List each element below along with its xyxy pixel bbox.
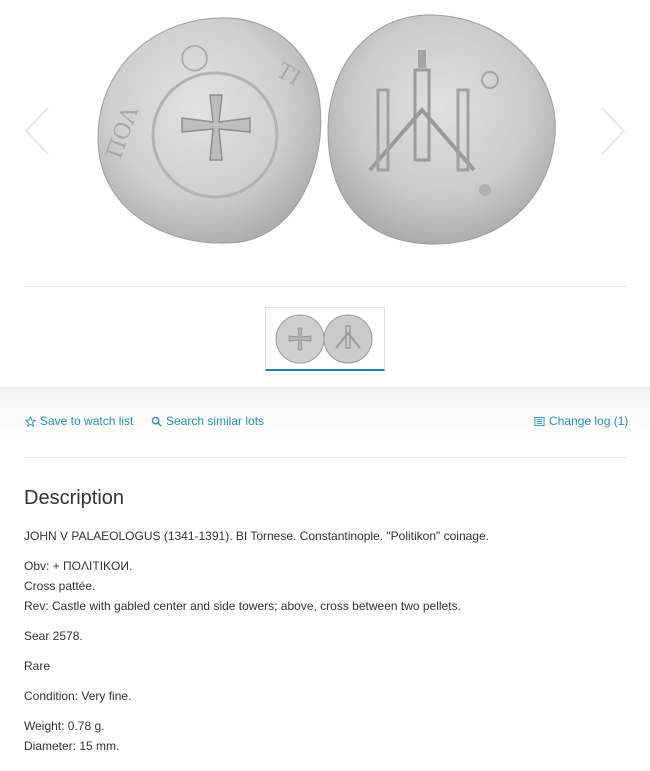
coin-reverse [327, 14, 556, 245]
gallery-thumbnail[interactable] [265, 307, 385, 371]
divider [25, 286, 627, 287]
coin-obverse: ◯ ΠΟΛ ΤΙ [97, 17, 322, 244]
image-gallery: ◯ ΠΟΛ ΤΙ [0, 0, 650, 288]
reverse-text: Rev: Castle with gabled center and side … [24, 599, 461, 613]
obverse-detail-text: Cross pattée. [24, 579, 96, 593]
coin-main-image[interactable]: ◯ ΠΟΛ ΤΙ [90, 10, 560, 250]
change-log-label: Change log (1) [549, 414, 629, 428]
description-heading: Description [24, 487, 125, 509]
reference-text: Sear 2578. [24, 629, 83, 643]
svg-text:◯: ◯ [180, 42, 209, 72]
chevron-right-icon[interactable] [598, 106, 628, 156]
rarity-text: Rare [24, 659, 51, 673]
search-similar-lots-label: Search similar lots [166, 414, 265, 428]
obverse-text: Obv: + ΠOΛITIKOИ. [24, 559, 133, 573]
save-to-watch-list-link[interactable]: Save to watch list [24, 414, 133, 428]
divider [25, 457, 627, 458]
search-icon [150, 415, 162, 427]
diameter-text: Diameter: 15 mm. [24, 739, 120, 753]
star-outline-icon [24, 415, 36, 427]
weight-text: Weight: 0.78 g. [24, 719, 105, 733]
lot-title-text: JOHN V PALAEOLOGUS (1341-1391). BI Torne… [24, 529, 489, 543]
save-to-watch-list-label: Save to watch list [40, 414, 134, 428]
search-similar-lots-link[interactable]: Search similar lots [150, 414, 264, 428]
list-icon [533, 415, 545, 427]
chevron-left-icon[interactable] [22, 106, 52, 156]
lot-actions: Save to watch list Search similar lots C… [0, 414, 650, 434]
condition-text: Condition: Very fine. [24, 689, 132, 703]
change-log-link[interactable]: Change log (1) [533, 414, 628, 428]
